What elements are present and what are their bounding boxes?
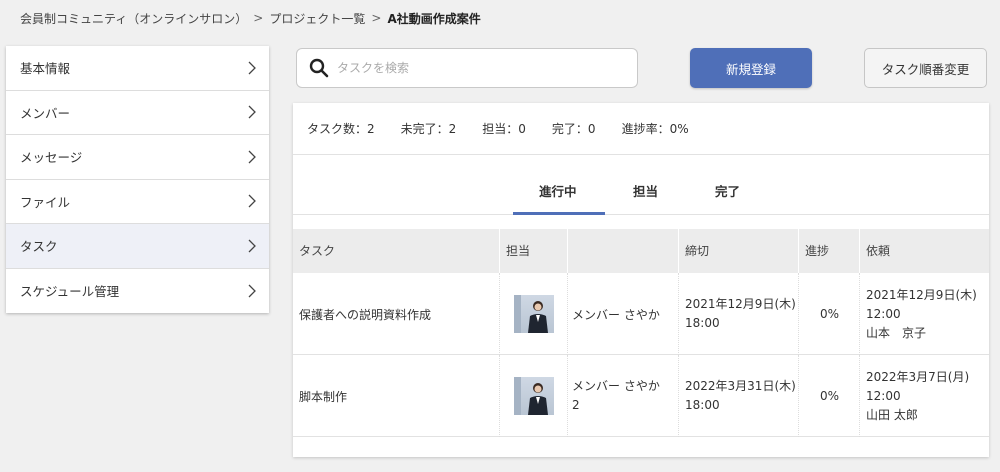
chevron-right-icon <box>248 105 256 119</box>
table-row[interactable]: 保護者への説明資料作成 メンバー さやか 2021年12月9日(木) 18:00… <box>293 273 989 355</box>
sidebar-item-label: ファイル <box>20 194 71 210</box>
sidebar-item-basic-info[interactable]: 基本情報 <box>6 46 269 91</box>
sidebar-item-label: スケジュール管理 <box>20 284 120 300</box>
sidebar-item-tasks[interactable]: タスク <box>6 224 269 269</box>
breadcrumb-separator: > <box>253 11 264 25</box>
deadline-date: 2021年12月9日(木) <box>685 297 796 311</box>
column-header-assignee: 担当 <box>499 229 567 273</box>
requester-name: 山本 京子 <box>866 325 927 340</box>
stat-incomplete: 未完了：2 <box>400 122 457 136</box>
breadcrumb-current: A社動画作成案件 <box>387 11 481 26</box>
stat-total: タスク数：2 <box>307 122 375 136</box>
sidebar-item-files[interactable]: ファイル <box>6 180 269 224</box>
request-time: 12:00 <box>866 388 901 403</box>
request-date: 2022年3月7日(月) <box>866 369 970 384</box>
stat-assigned: 担当：0 <box>482 122 526 136</box>
breadcrumb-community[interactable]: 会員制コミュニティ（オンラインサロン） <box>20 10 247 27</box>
chevron-right-icon <box>248 284 256 298</box>
stat-progress: 進捗率：0% <box>621 122 689 136</box>
reorder-tasks-button[interactable]: タスク順番変更 <box>864 48 987 88</box>
task-name[interactable]: 保護者への説明資料作成 <box>299 306 431 323</box>
new-task-button[interactable]: 新規登録 <box>690 48 812 88</box>
tab-done[interactable]: 完了 <box>715 181 740 200</box>
search-input[interactable] <box>337 61 617 75</box>
column-header-deadline: 締切 <box>678 229 798 273</box>
column-header-assignee-name <box>567 229 678 273</box>
sidebar-item-schedule[interactable]: スケジュール管理 <box>6 269 269 314</box>
search-box <box>296 48 638 88</box>
search-icon <box>309 58 329 78</box>
task-tabs: 進行中 担当 完了 <box>293 155 989 215</box>
stat-done: 完了：0 <box>551 122 596 136</box>
assignee-name: メンバー さやか <box>572 379 660 393</box>
chevron-right-icon <box>248 194 256 208</box>
breadcrumb-project-list[interactable]: プロジェクト一覧 <box>269 10 365 27</box>
sidebar-item-messages[interactable]: メッセージ <box>6 135 269 180</box>
assignee-name-suffix: 2 <box>572 398 580 412</box>
sidebar-item-label: 基本情報 <box>20 61 71 77</box>
task-panel: タスク数：2 未完了：2 担当：0 完了：0 進捗率：0% 進行中 担当 完了 … <box>293 103 989 457</box>
task-stats: タスク数：2 未完了：2 担当：0 完了：0 進捗率：0% <box>293 103 989 155</box>
chevron-right-icon <box>248 239 256 253</box>
sidebar-item-label: メッセージ <box>20 150 83 166</box>
deadline-time: 18:00 <box>685 316 720 330</box>
chevron-right-icon <box>248 61 256 75</box>
column-header-request: 依頼 <box>859 229 989 273</box>
tab-assigned[interactable]: 担当 <box>633 181 658 200</box>
chevron-right-icon <box>248 150 256 164</box>
deadline-time: 18:00 <box>685 398 720 412</box>
column-header-task: タスク <box>299 244 336 258</box>
active-tab-indicator <box>513 212 605 215</box>
deadline-date: 2022年3月31日(木) <box>685 379 796 393</box>
task-name[interactable]: 脚本制作 <box>299 388 347 405</box>
tab-in-progress[interactable]: 進行中 <box>539 181 577 200</box>
sidebar: 基本情報 メンバー メッセージ ファイル タスク スケジュール管理 <box>6 46 269 313</box>
sidebar-item-members[interactable]: メンバー <box>6 91 269 135</box>
avatar <box>513 295 554 333</box>
column-header-progress: 進捗 <box>798 229 859 273</box>
progress-value: 0% <box>819 307 839 321</box>
sidebar-item-label: メンバー <box>20 105 71 121</box>
breadcrumb: 会員制コミュニティ（オンラインサロン） > プロジェクト一覧 > A社動画作成案… <box>20 10 481 26</box>
progress-value: 0% <box>819 389 839 403</box>
sidebar-item-label: タスク <box>20 239 58 255</box>
table-row[interactable]: 脚本制作 メンバー さやか 2 2022年3月31日(木) 18:00 0% 2… <box>293 355 989 437</box>
request-time: 12:00 <box>866 306 901 321</box>
table-header: タスク 担当 締切 進捗 依頼 <box>293 229 989 273</box>
breadcrumb-separator: > <box>371 11 382 25</box>
avatar <box>513 377 554 415</box>
request-date: 2021年12月9日(木) <box>866 287 977 302</box>
assignee-name: メンバー さやか <box>572 307 660 322</box>
requester-name: 山田 太郎 <box>866 407 918 422</box>
